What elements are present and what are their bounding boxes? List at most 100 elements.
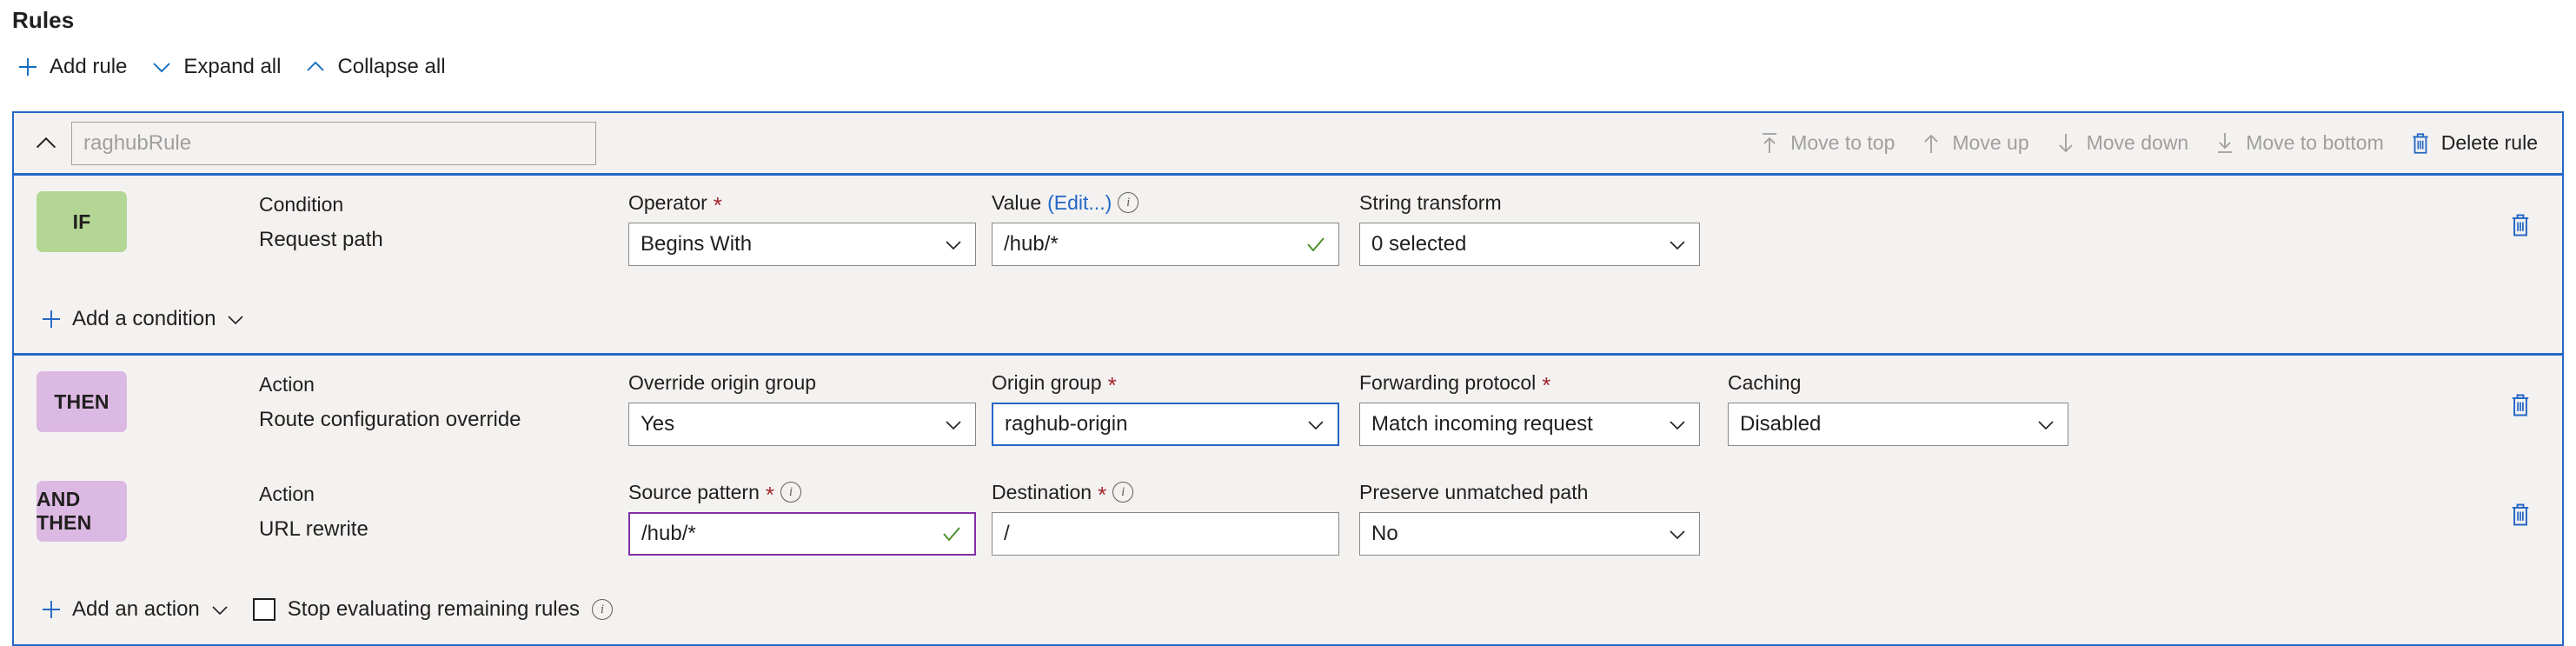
action-label: Action <box>259 373 315 396</box>
info-icon[interactable]: i <box>1112 482 1134 503</box>
caching-value: Disabled <box>1740 412 1822 436</box>
operator-value: Begins With <box>641 232 753 256</box>
move-down-button[interactable]: Move down <box>2042 125 2201 162</box>
info-icon[interactable]: i <box>1118 192 1139 213</box>
info-icon[interactable]: i <box>591 599 613 620</box>
action-field-then: Action Route configuration override <box>259 373 521 432</box>
string-transform-dropdown[interactable]: 0 selected <box>1359 223 1700 266</box>
forwarding-protocol-value: Match incoming request <box>1371 412 1593 436</box>
caching-field: Caching Disabled <box>1728 371 2068 446</box>
chevron-down-icon <box>225 309 246 330</box>
chevron-down-icon <box>209 599 230 620</box>
value-label-row: Value (Edit...) i <box>992 191 1339 214</box>
move-down-label: Move down <box>2086 131 2189 154</box>
rules-page: Rules Add rule Expand all Collapse all r… <box>0 0 2576 646</box>
action-row-and-then: AND THEN Action URL rewrite Source patte… <box>14 465 2562 575</box>
action-label: Action <box>259 483 315 505</box>
condition-field: Condition Request path <box>259 193 383 252</box>
chevron-down-icon <box>1667 234 1688 255</box>
page-title: Rules <box>12 7 75 33</box>
chevron-down-icon <box>1305 414 1326 435</box>
string-transform-field: String transform 0 selected <box>1359 191 1700 266</box>
plus-icon <box>16 55 40 79</box>
preserve-unmatched-path-label: Preserve unmatched path <box>1359 481 1589 503</box>
stop-evaluating-checkbox[interactable] <box>252 598 276 621</box>
move-up-button[interactable]: Move up <box>1907 125 2041 162</box>
caching-label: Caching <box>1728 371 1802 394</box>
destination-field: Destination * i / <box>992 481 1339 556</box>
origin-group-required-marker: * <box>1107 372 1117 398</box>
delete-rule-label: Delete rule <box>2440 131 2538 154</box>
caching-dropdown[interactable]: Disabled <box>1728 403 2068 446</box>
info-icon[interactable]: i <box>780 482 801 503</box>
override-origin-group-field: Override origin group Yes <box>628 371 976 446</box>
arrow-down-to-line-icon <box>2213 130 2237 157</box>
delete-action-button-and-then[interactable] <box>2508 502 2533 528</box>
rule-header: Move to top Move up <box>14 113 2562 176</box>
add-rule-button[interactable]: Add rule <box>12 51 146 83</box>
arrow-down-icon <box>2054 130 2078 157</box>
source-pattern-input[interactable]: /hub/* <box>628 512 976 556</box>
value-label: Value <box>992 191 1042 214</box>
then-section: THEN Action Route configuration override… <box>14 356 2562 644</box>
destination-input[interactable]: / <box>992 512 1339 556</box>
delete-rule-button[interactable]: Delete rule <box>2396 125 2550 162</box>
operator-required-marker: * <box>713 192 722 218</box>
stop-evaluating-group: Stop evaluating remaining rules i <box>252 597 613 622</box>
add-condition-label: Add a condition <box>72 307 216 330</box>
add-action-button[interactable]: Add an action <box>40 597 230 622</box>
expand-all-button[interactable]: Expand all <box>146 51 300 83</box>
move-to-top-button[interactable]: Move to top <box>1745 125 1907 162</box>
value-edit-link[interactable]: (Edit...) <box>1047 191 1112 214</box>
override-origin-group-label: Override origin group <box>628 371 817 394</box>
forwarding-protocol-dropdown[interactable]: Match incoming request <box>1359 403 1700 446</box>
collapse-all-label: Collapse all <box>337 55 446 78</box>
rule-collapse-toggle[interactable] <box>28 125 64 162</box>
forwarding-protocol-label-row: Forwarding protocol * <box>1359 371 1700 398</box>
origin-group-value: raghub-origin <box>1005 412 1128 436</box>
chevron-down-icon <box>2035 414 2056 435</box>
source-pattern-field: Source pattern * i /hub/* <box>628 481 976 556</box>
trash-icon <box>2408 130 2433 157</box>
condition-label: Condition <box>259 193 344 216</box>
origin-group-dropdown[interactable]: raghub-origin <box>992 403 1339 446</box>
and-then-badge: AND THEN <box>37 481 127 542</box>
checkmark-icon <box>940 523 963 545</box>
condition-row: IF Condition Request path Operator * Beg… <box>14 176 2562 285</box>
add-condition-button[interactable]: Add a condition <box>40 307 246 331</box>
command-bar: Add rule Expand all Collapse all <box>12 50 465 83</box>
condition-value: Request path <box>259 228 383 251</box>
plus-icon <box>40 598 63 621</box>
value-field: Value (Edit...) i /hub/* <box>992 191 1339 266</box>
plus-icon <box>40 308 63 330</box>
arrow-up-to-line-icon <box>1757 130 1782 157</box>
source-pattern-value: /hub/* <box>641 522 696 545</box>
action-value: URL rewrite <box>259 517 368 541</box>
forwarding-protocol-field: Forwarding protocol * Match incoming req… <box>1359 371 1700 446</box>
origin-group-label-row: Origin group * <box>992 371 1339 398</box>
caching-label-row: Caching <box>1728 371 2068 394</box>
source-pattern-label-row: Source pattern * i <box>628 481 976 508</box>
preserve-unmatched-path-value: No <box>1371 522 1398 545</box>
collapse-all-button[interactable]: Collapse all <box>300 51 464 83</box>
delete-condition-button[interactable] <box>2508 212 2533 238</box>
string-transform-value: 0 selected <box>1371 232 1467 256</box>
chevron-down-icon <box>1667 414 1688 435</box>
add-condition-row: Add a condition <box>14 285 2562 353</box>
override-origin-group-dropdown[interactable]: Yes <box>628 403 976 446</box>
add-rule-label: Add rule <box>50 55 128 78</box>
add-action-row: Add an action Stop evaluating remaining … <box>14 575 2562 644</box>
forwarding-protocol-required-marker: * <box>1542 372 1551 398</box>
source-pattern-required-marker: * <box>765 482 774 508</box>
chevron-down-icon <box>943 234 964 255</box>
operator-field: Operator * Begins With <box>628 191 976 266</box>
destination-label: Destination <box>992 481 1092 503</box>
operator-dropdown[interactable]: Begins With <box>628 223 976 266</box>
value-input[interactable]: /hub/* <box>992 223 1339 266</box>
chevron-up-icon <box>303 55 328 79</box>
delete-action-button-then[interactable] <box>2508 392 2533 418</box>
rule-name-input[interactable] <box>71 121 596 165</box>
preserve-unmatched-path-dropdown[interactable]: No <box>1359 512 1700 556</box>
destination-required-marker: * <box>1098 482 1107 508</box>
move-to-bottom-button[interactable]: Move to bottom <box>2201 125 2396 162</box>
